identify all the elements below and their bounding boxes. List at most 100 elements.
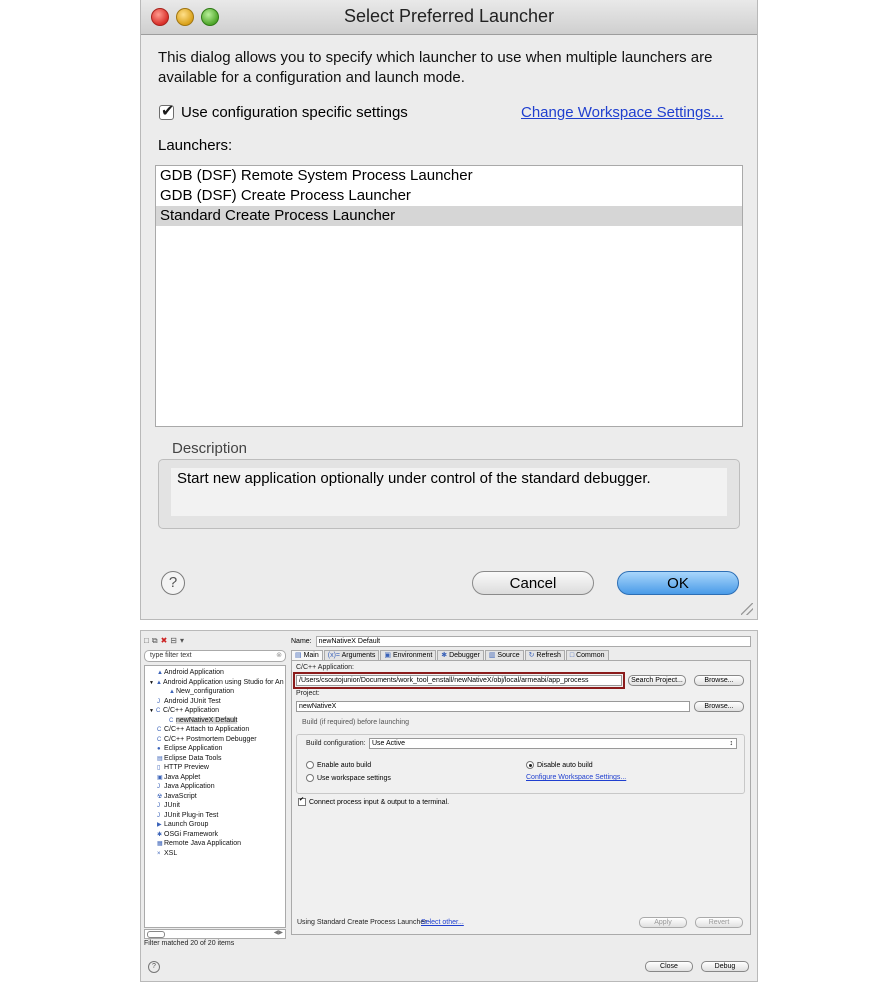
build-group-label: Build (if required) before launching — [302, 719, 410, 726]
checkbox-checked-icon[interactable] — [298, 796, 306, 806]
tree-item-label: JUnit Plug-in Test — [164, 811, 219, 819]
configure-workspace-settings-link[interactable]: Configure Workspace Settings... — [526, 774, 626, 781]
build-config-select[interactable]: Use Active ↕ — [369, 738, 737, 749]
tab-arguments[interactable]: (x)= Arguments — [323, 650, 380, 660]
browse-app-button[interactable]: Browse... — [694, 675, 744, 686]
project-input[interactable]: newNativeX — [296, 701, 690, 712]
enable-auto-build-radio[interactable]: Enable auto build — [306, 761, 371, 769]
expand-chevron-icon[interactable]: ▼ — [149, 708, 154, 714]
tree-item[interactable]: × XSL — [145, 849, 285, 859]
use-config-settings-label: Use configuration specific settings — [181, 104, 408, 121]
tree-item[interactable]: ▦Remote Java Application — [145, 839, 285, 849]
radio-selected-icon[interactable] — [526, 761, 534, 769]
tree-item[interactable]: ▯ HTTP Preview — [145, 763, 285, 773]
dialog-intro-text: This dialog allows you to specify which … — [158, 49, 713, 86]
revert-button[interactable]: Revert — [695, 917, 743, 928]
tree-item[interactable]: ▼ C C/C++ Application — [145, 706, 285, 716]
scroll-arrows-icon[interactable]: ◀▶ — [274, 929, 283, 936]
tree-item[interactable]: ▼ ▲Android Application using Studio for A… — [145, 678, 285, 688]
delete-config-icon[interactable]: ✖ — [161, 636, 168, 646]
tree-item[interactable]: J JUnit Plug-in Test — [145, 811, 285, 821]
tree-item[interactable]: ▲New_configuration — [145, 687, 285, 697]
tab-refresh[interactable]: ↻ Refresh — [524, 650, 565, 660]
filter-input[interactable]: type filter text ⊗ — [144, 650, 286, 662]
config-tree[interactable]: ▲Android Application ▼ ▲Android Applicatio… — [144, 665, 286, 928]
debugger-icon: ✱ — [441, 652, 450, 659]
tree-horizontal-scrollbar[interactable]: ◀▶ — [144, 929, 286, 939]
xsl-icon: × — [157, 850, 161, 857]
ok-button[interactable]: OK — [617, 571, 739, 595]
disable-auto-build-radio[interactable]: Disable auto build — [526, 761, 593, 769]
tab-label: Environment — [392, 652, 433, 659]
c-app-icon: C — [157, 727, 162, 733]
tab-label: Main — [303, 652, 319, 659]
duplicate-config-icon[interactable]: ⧉ — [152, 636, 158, 646]
tree-item-label: XSL — [164, 849, 178, 857]
launcher-item[interactable]: GDB (DSF) Create Process Launcher — [156, 186, 742, 206]
description-box: Start new application optionally under c… — [158, 459, 740, 529]
apply-button[interactable]: Apply — [639, 917, 687, 928]
config-editor-pane: Name: newNativeX Default ▤ Main (x)= Argu… — [291, 635, 751, 951]
debug-button[interactable]: Debug — [701, 961, 749, 972]
launchers-list[interactable]: GDB (DSF) Remote System Process Launcher… — [155, 165, 743, 427]
tree-item[interactable]: ▲Android Application — [145, 668, 285, 678]
tree-item[interactable]: C C/C++ Postmortem Debugger — [145, 735, 285, 745]
app-path-input[interactable]: /Users/csoutojunior/Documents/work_tool_… — [293, 672, 625, 689]
browse-project-button[interactable]: Browse... — [694, 701, 744, 712]
combo-arrows-icon: ↕ — [729, 740, 734, 747]
connect-terminal-checkbox[interactable]: Connect process input & output to a term… — [298, 796, 450, 806]
select-other-launcher-link[interactable]: Select other... — [421, 919, 464, 926]
help-icon[interactable]: ? — [148, 961, 160, 973]
tree-item[interactable]: J JUnit — [145, 801, 285, 811]
tree-item[interactable]: C C/C++ Attach to Application — [145, 725, 285, 735]
tree-item[interactable]: J Java Application — [145, 782, 285, 792]
tree-item[interactable]: ▣Java Applet — [145, 773, 285, 783]
resize-grip-icon[interactable] — [741, 603, 753, 615]
use-config-settings-checkbox[interactable]: Use configuration specific settings — [159, 101, 408, 121]
checkbox-checked-icon[interactable] — [159, 101, 174, 121]
junit-icon: J — [157, 812, 160, 819]
help-icon[interactable]: ? — [161, 571, 185, 595]
expand-chevron-icon[interactable]: ▼ — [149, 680, 154, 686]
tab-debugger[interactable]: ✱ Debugger — [437, 650, 484, 660]
tree-item[interactable]: ✱ OSGi Framework — [145, 830, 285, 840]
connect-terminal-label: Connect process input & output to a term… — [309, 798, 450, 806]
tree-item-label: C/C++ Application — [162, 707, 219, 714]
close-button[interactable]: Close — [645, 961, 693, 972]
http-icon: ▯ — [157, 765, 161, 771]
radio-unselected-icon[interactable] — [306, 774, 314, 782]
tab-main[interactable]: ▤ Main — [291, 650, 323, 660]
tree-item[interactable]: ☢ JavaScript — [145, 792, 285, 802]
tree-item[interactable]: ● Eclipse Application — [145, 744, 285, 754]
tab-environment[interactable]: ▣ Environment — [380, 650, 437, 660]
change-workspace-settings-link[interactable]: Change Workspace Settings... — [521, 104, 723, 121]
tab-common[interactable]: □ Common — [565, 650, 609, 660]
tab-label: Source — [497, 652, 520, 659]
environment-icon: ▣ — [384, 652, 393, 659]
collapse-all-icon[interactable]: ⊟ — [170, 636, 177, 646]
select-launcher-dialog: Select Preferred Launcher This dialog al… — [140, 0, 758, 620]
tab-label: Common — [576, 652, 605, 659]
config-name-input[interactable]: newNativeX Default — [315, 635, 751, 647]
scrollbar-thumb[interactable] — [147, 931, 165, 938]
search-project-button[interactable]: Search Project... — [628, 675, 686, 686]
launcher-item[interactable]: GDB (DSF) Remote System Process Launcher — [156, 166, 742, 186]
tab-source[interactable]: ▥ Source — [484, 650, 524, 660]
disable-auto-build-label: Disable auto build — [537, 761, 593, 769]
tree-item[interactable]: CnewNativeX Default — [145, 716, 285, 726]
tree-item[interactable]: ▤Eclipse Data Tools — [145, 754, 285, 764]
tree-item[interactable]: ▶ Launch Group — [145, 820, 285, 830]
new-config-icon[interactable]: □ — [144, 636, 149, 646]
cancel-button[interactable]: Cancel — [472, 571, 594, 595]
launcher-item-selected[interactable]: Standard Create Process Launcher — [156, 206, 742, 226]
filter-menu-icon[interactable]: ▾ — [180, 636, 184, 646]
clear-filter-icon[interactable]: ⊗ — [276, 651, 282, 661]
tree-item[interactable]: J Android JUnit Test — [145, 697, 285, 707]
launchers-label: Launchers: — [158, 137, 233, 154]
dialog-title: Select Preferred Launcher — [343, 6, 555, 26]
config-toolbar: □ ⧉ ✖ ⊟ ▾ — [144, 635, 286, 647]
use-workspace-settings-radio[interactable]: Use workspace settings — [306, 774, 391, 782]
android-icon: ▲ — [169, 689, 175, 695]
config-tabs: ▤ Main (x)= Arguments ▣ Environment ✱ Debug… — [291, 650, 751, 660]
radio-unselected-icon[interactable] — [306, 761, 314, 769]
